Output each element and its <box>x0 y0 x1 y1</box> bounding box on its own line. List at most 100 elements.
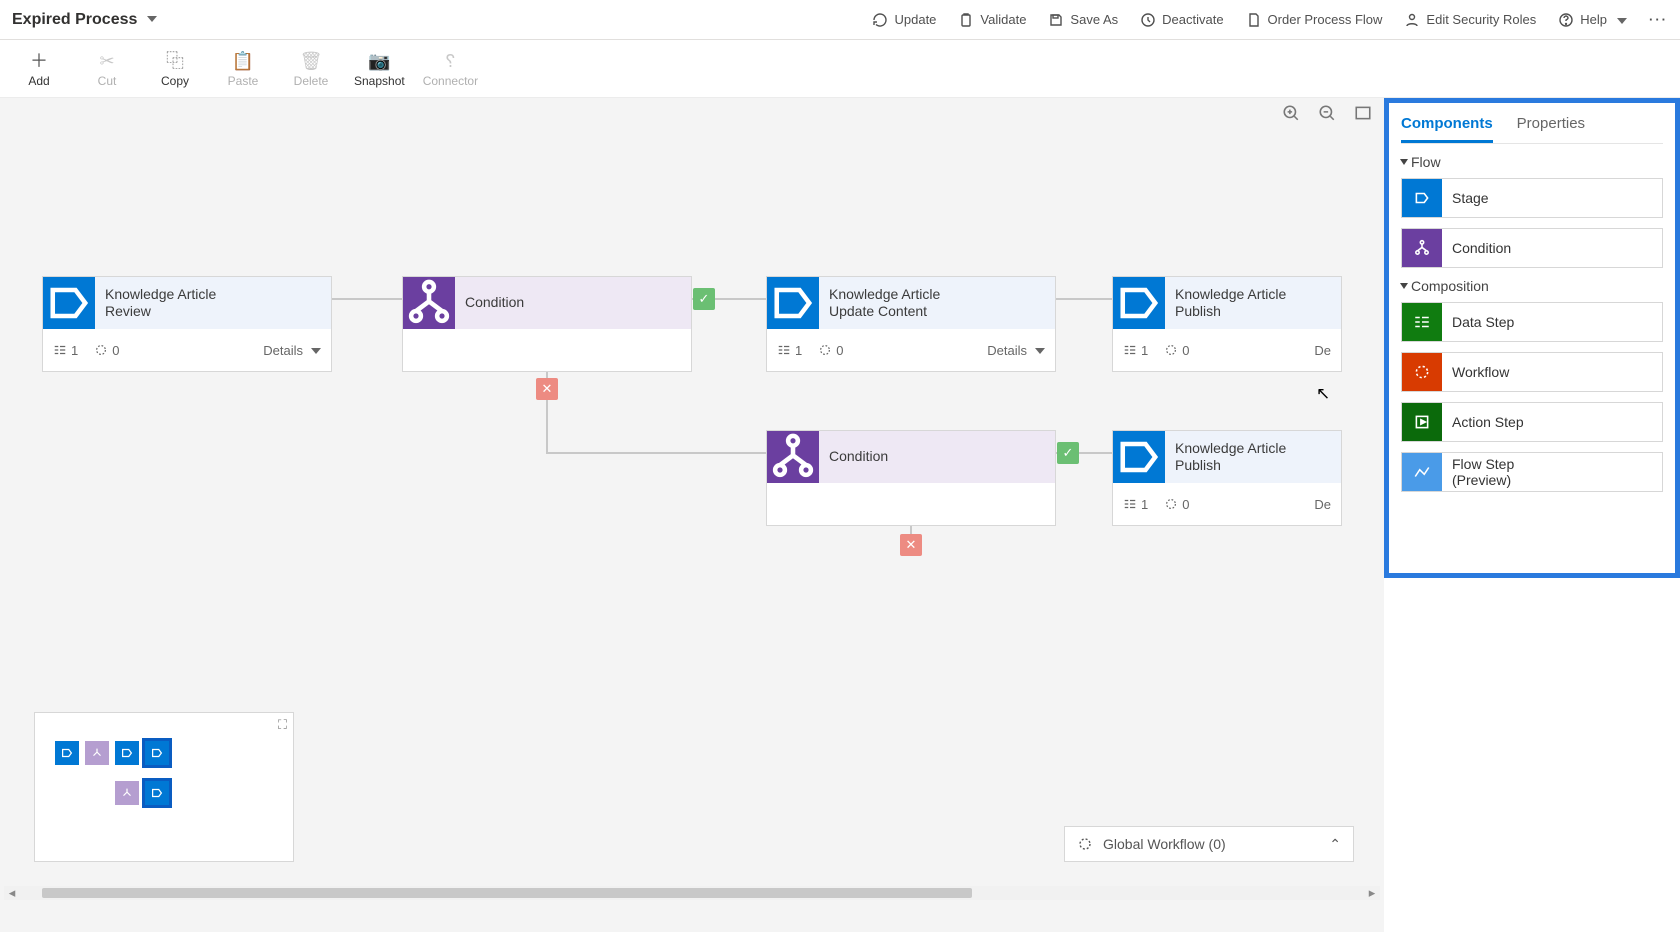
components-panel: Components Properties Flow Stage Conditi… <box>1384 98 1680 578</box>
designer-canvas[interactable]: ✓ ✕ ✓ ✕ Knowledge Article Review 1 0 Det… <box>0 98 1384 932</box>
component-data-step[interactable]: Data Step <box>1401 302 1663 342</box>
stage-node-review[interactable]: Knowledge Article Review 1 0 Details <box>42 276 332 372</box>
component-workflow[interactable]: Workflow <box>1401 352 1663 392</box>
cut-icon: ✂ <box>99 52 114 70</box>
connector-line <box>1056 298 1112 300</box>
stage-node-publish-1[interactable]: Knowledge Article Publish 1 0 De <box>1112 276 1342 372</box>
stage-icon <box>767 277 819 329</box>
deactivate-button[interactable]: Deactivate <box>1140 12 1223 28</box>
minimap-condition-icon <box>115 781 139 805</box>
details-toggle[interactable]: De <box>1314 343 1331 358</box>
details-toggle[interactable]: Details <box>987 343 1045 358</box>
stage-node-publish-2[interactable]: Knowledge Article Publish 1 0 De <box>1112 430 1342 526</box>
section-composition[interactable]: Composition <box>1401 278 1663 294</box>
wf-count: 0 <box>1182 497 1189 512</box>
minimap-condition-icon <box>85 741 109 765</box>
paste-icon: 📋 <box>232 52 254 70</box>
node-title-line1: Knowledge Article <box>105 286 331 304</box>
flow-icon <box>1402 453 1442 491</box>
component-flow-step[interactable]: Flow Step (Preview) <box>1401 452 1663 492</box>
ribbon-toolbar: ＋ Add ✂ Cut ⿻ Copy 📋 Paste 🗑 Delete 📷 Sn… <box>0 40 1680 98</box>
details-toggle[interactable]: Details <box>263 343 321 358</box>
component-action-step[interactable]: Action Step <box>1401 402 1663 442</box>
security-button[interactable]: Edit Security Roles <box>1404 12 1536 28</box>
component-label: Stage <box>1442 190 1489 206</box>
triangle-icon <box>1400 283 1408 289</box>
user-icon <box>1404 12 1420 28</box>
add-button[interactable]: ＋ Add <box>14 52 64 88</box>
minimap-stage-icon <box>145 781 169 805</box>
connector-icon: ␦ <box>443 52 457 70</box>
component-condition[interactable]: Condition <box>1401 228 1663 268</box>
chevron-down-icon <box>307 343 321 358</box>
condition-node-2[interactable]: Condition <box>766 430 1056 526</box>
wf-count: 0 <box>836 343 843 358</box>
more-button[interactable]: ··· <box>1649 12 1668 27</box>
scroll-right-icon[interactable]: ▸ <box>1364 885 1380 901</box>
paste-button[interactable]: 📋 Paste <box>218 52 268 88</box>
stage-node-update[interactable]: Knowledge Article Update Content 1 0 Det… <box>766 276 1056 372</box>
help-icon <box>1558 12 1574 28</box>
details-toggle[interactable]: De <box>1314 497 1331 512</box>
order-button[interactable]: Order Process Flow <box>1246 12 1383 28</box>
node-title-line1: Knowledge Article <box>829 286 1055 304</box>
workflow-icon <box>1402 353 1442 391</box>
node-title-line2: Publish <box>1175 303 1341 321</box>
copy-label: Copy <box>161 74 189 88</box>
workflow-icon <box>818 343 832 357</box>
steps-count: 1 <box>1141 497 1148 512</box>
zoom-in-button[interactable] <box>1282 104 1300 125</box>
expand-icon[interactable]: ⛶ <box>278 717 287 733</box>
chevron-up-icon[interactable]: ⌃ <box>1329 836 1341 853</box>
steps-count: 1 <box>71 343 78 358</box>
canvas-zoom-tools <box>1282 104 1372 125</box>
node-title-line1: Knowledge Article <box>1175 440 1341 458</box>
stage-icon <box>43 277 95 329</box>
snapshot-button[interactable]: 📷 Snapshot <box>354 52 405 88</box>
condition-icon <box>1402 229 1442 267</box>
condition-node-1[interactable]: Condition <box>402 276 692 372</box>
process-title[interactable]: Expired Process <box>12 11 157 29</box>
order-label: Order Process Flow <box>1268 12 1383 27</box>
stage-icon <box>1402 179 1442 217</box>
copy-icon: ⿻ <box>166 52 184 70</box>
tab-components[interactable]: Components <box>1401 107 1493 143</box>
validate-button[interactable]: Validate <box>958 12 1026 28</box>
steps-icon <box>1123 497 1137 511</box>
copy-button[interactable]: ⿻ Copy <box>150 52 200 88</box>
connector-line <box>328 298 402 300</box>
minimap-stage-icon <box>145 741 169 765</box>
check-icon: ✓ <box>693 288 715 310</box>
fit-button[interactable] <box>1354 104 1372 125</box>
minimap-stage-icon <box>55 741 79 765</box>
component-stage[interactable]: Stage <box>1401 178 1663 218</box>
cut-button[interactable]: ✂ Cut <box>82 52 132 88</box>
chevron-down-icon <box>143 11 157 29</box>
component-label: Workflow <box>1442 364 1509 380</box>
wf-count: 0 <box>1182 343 1189 358</box>
global-workflow-bar[interactable]: Global Workflow (0) ⌃ <box>1064 826 1354 862</box>
stage-icon <box>1113 277 1165 329</box>
condition-icon <box>403 277 455 329</box>
help-button[interactable]: Help <box>1558 12 1627 28</box>
node-title-line1: Condition <box>829 448 1055 466</box>
scrollbar-thumb[interactable] <box>42 888 972 898</box>
tab-properties[interactable]: Properties <box>1517 107 1585 143</box>
connector-line <box>546 452 766 454</box>
delete-button[interactable]: 🗑 Delete <box>286 52 336 88</box>
connector-label: Connector <box>423 74 478 88</box>
update-button[interactable]: Update <box>872 12 936 28</box>
zoom-out-button[interactable] <box>1318 104 1336 125</box>
minimap[interactable]: ⛶ <box>34 712 294 862</box>
clipboard-icon <box>958 12 974 28</box>
node-title-line2: Update Content <box>829 303 1055 321</box>
horizontal-scrollbar[interactable]: ◂ ▸ <box>4 886 1380 900</box>
saveas-button[interactable]: Save As <box>1048 12 1118 28</box>
workflow-icon <box>1164 343 1178 357</box>
scroll-left-icon[interactable]: ◂ <box>4 885 20 901</box>
refresh-icon <box>872 12 888 28</box>
paste-label: Paste <box>228 74 259 88</box>
condition-icon <box>767 431 819 483</box>
connector-button[interactable]: ␦ Connector <box>423 52 478 88</box>
section-flow[interactable]: Flow <box>1401 154 1663 170</box>
